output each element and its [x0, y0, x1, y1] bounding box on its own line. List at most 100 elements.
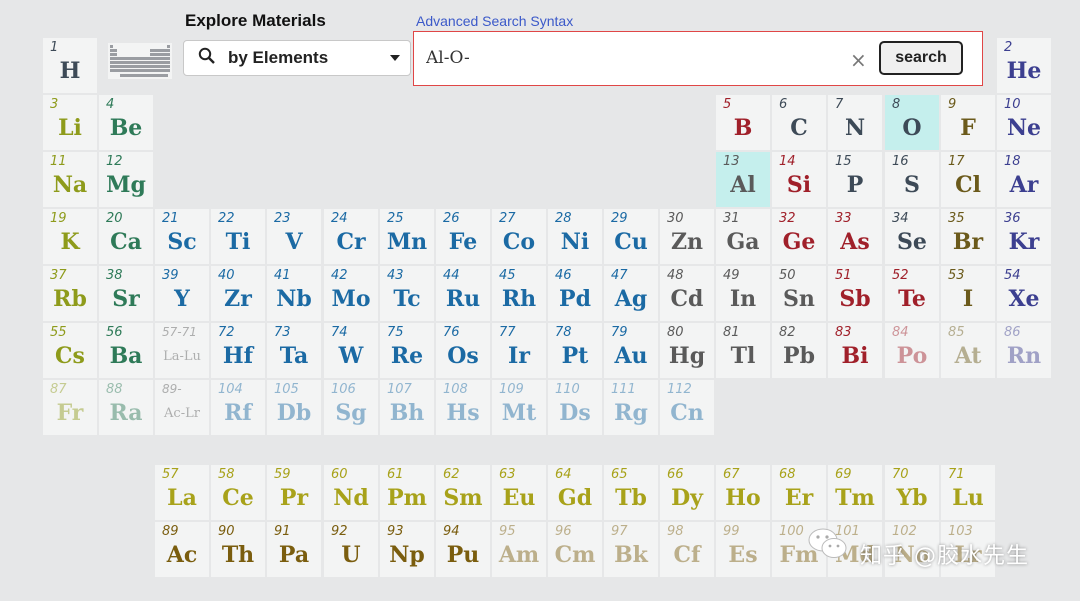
element-cell-ta[interactable]: 73 Ta [267, 323, 321, 378]
search-input[interactable] [420, 39, 878, 77]
element-cell-ce[interactable]: 58 Ce [211, 465, 265, 520]
element-cell-pd[interactable]: 46 Pd [548, 266, 602, 321]
element-cell-u[interactable]: 92 U [324, 522, 378, 577]
element-cell-c[interactable]: 6C [772, 95, 826, 150]
element-cell-k[interactable]: 19 K [43, 209, 97, 264]
element-cell-ir[interactable]: 77 Ir [492, 323, 546, 378]
element-cell-nd[interactable]: 60 Nd [324, 465, 378, 520]
element-cell-tc[interactable]: 43 Tc [380, 266, 434, 321]
element-cell-i[interactable]: 53 I [941, 266, 995, 321]
element-cell-v[interactable]: 23 V [267, 209, 321, 264]
element-cell-hf[interactable]: 72 Hf [211, 323, 265, 378]
element-cell-li[interactable]: 3 Li [43, 95, 97, 150]
element-cell-os[interactable]: 76 Os [436, 323, 490, 378]
element-cell-cm[interactable]: 96 Cm [548, 522, 602, 577]
search-mode-select[interactable]: by Elements [183, 40, 411, 76]
advanced-search-syntax-link[interactable]: Advanced Search Syntax [416, 13, 573, 29]
search-button[interactable]: search [879, 41, 963, 75]
element-cell-nb[interactable]: 41 Nb [267, 266, 321, 321]
element-cell-bi[interactable]: 83 Bi [828, 323, 882, 378]
element-cell-au[interactable]: 79 Au [604, 323, 658, 378]
element-cell-pm[interactable]: 61 Pm [380, 465, 434, 520]
element-cell-np[interactable]: 93 Np [380, 522, 434, 577]
element-cell-se[interactable]: 34 Se [885, 209, 939, 264]
element-cell-dy[interactable]: 66 Dy [660, 465, 714, 520]
element-cell-sc[interactable]: 21 Sc [155, 209, 209, 264]
element-cell-mo[interactable]: 42 Mo [324, 266, 378, 321]
element-cell-cu[interactable]: 29 Cu [604, 209, 658, 264]
element-cell-tl[interactable]: 81 Tl [716, 323, 770, 378]
clear-icon[interactable]: × [850, 50, 867, 70]
element-cell-ga[interactable]: 31 Ga [716, 209, 770, 264]
element-cell-zn[interactable]: 30 Zn [660, 209, 714, 264]
element-cell-er[interactable]: 68 Er [772, 465, 826, 520]
element-cell-cd[interactable]: 48 Cd [660, 266, 714, 321]
element-cell-at[interactable]: 85 At [941, 323, 995, 378]
element-cell-la-lu[interactable]: 57-71 La-Lu [155, 323, 209, 378]
element-cell-pu[interactable]: 94 Pu [436, 522, 490, 577]
element-cell-gd[interactable]: 64 Gd [548, 465, 602, 520]
element-cell-re[interactable]: 75 Re [380, 323, 434, 378]
element-cell-pb[interactable]: 82 Pb [772, 323, 826, 378]
element-cell-mn[interactable]: 25 Mn [380, 209, 434, 264]
element-cell-he[interactable]: 2 He [997, 38, 1051, 93]
element-cell-es[interactable]: 99 Es [716, 522, 770, 577]
element-cell-ac[interactable]: 89 Ac [155, 522, 209, 577]
element-cell-ni[interactable]: 28 Ni [548, 209, 602, 264]
element-cell-fe[interactable]: 26 Fe [436, 209, 490, 264]
element-cell-bh[interactable]: 107 Bh [380, 380, 434, 435]
element-cell-te[interactable]: 52 Te [885, 266, 939, 321]
element-cell-ho[interactable]: 67 Ho [716, 465, 770, 520]
element-cell-pr[interactable]: 59 Pr [267, 465, 321, 520]
element-cell-ag[interactable]: 47 Ag [604, 266, 658, 321]
element-cell-ds[interactable]: 110 Ds [548, 380, 602, 435]
element-cell-am[interactable]: 95 Am [492, 522, 546, 577]
element-cell-kr[interactable]: 36 Kr [997, 209, 1051, 264]
element-cell-hs[interactable]: 108 Hs [436, 380, 490, 435]
element-cell-co[interactable]: 27 Co [492, 209, 546, 264]
element-cell-pa[interactable]: 91 Pa [267, 522, 321, 577]
element-cell-sm[interactable]: 62 Sm [436, 465, 490, 520]
element-cell-n[interactable]: 7N [828, 95, 882, 150]
element-cell-ge[interactable]: 32 Ge [772, 209, 826, 264]
element-cell-y[interactable]: 39 Y [155, 266, 209, 321]
element-cell-tb[interactable]: 65 Tb [604, 465, 658, 520]
element-cell-tm[interactable]: 69 Tm [828, 465, 882, 520]
element-cell-sg[interactable]: 106 Sg [324, 380, 378, 435]
element-cell-si[interactable]: 14 Si [772, 152, 826, 207]
element-cell-hg[interactable]: 80 Hg [660, 323, 714, 378]
element-cell-fr[interactable]: 87 Fr [43, 380, 97, 435]
element-cell-rf[interactable]: 104 Rf [211, 380, 265, 435]
element-cell-cl[interactable]: 17 Cl [941, 152, 995, 207]
element-cell-rg[interactable]: 111 Rg [604, 380, 658, 435]
element-cell-cn[interactable]: 112 Cn [660, 380, 714, 435]
element-cell-ne[interactable]: 10 Ne [997, 95, 1051, 150]
element-cell-sr[interactable]: 38 Sr [99, 266, 153, 321]
element-cell-th[interactable]: 90 Th [211, 522, 265, 577]
element-cell-po[interactable]: 84 Po [885, 323, 939, 378]
element-cell-ba[interactable]: 56 Ba [99, 323, 153, 378]
element-cell-w[interactable]: 74 W [324, 323, 378, 378]
element-cell-lu[interactable]: 71 Lu [941, 465, 995, 520]
element-cell-na[interactable]: 11 Na [43, 152, 97, 207]
element-cell-rh[interactable]: 45 Rh [492, 266, 546, 321]
element-cell-cf[interactable]: 98 Cf [660, 522, 714, 577]
element-cell-br[interactable]: 35 Br [941, 209, 995, 264]
element-cell-s[interactable]: 16 S [885, 152, 939, 207]
element-cell-in[interactable]: 49 In [716, 266, 770, 321]
element-cell-ti[interactable]: 22 Ti [211, 209, 265, 264]
element-cell-eu[interactable]: 63 Eu [492, 465, 546, 520]
element-cell-as[interactable]: 33 As [828, 209, 882, 264]
element-cell-f[interactable]: 9F [941, 95, 995, 150]
element-cell-p[interactable]: 15 P [828, 152, 882, 207]
element-cell-ar[interactable]: 18 Ar [997, 152, 1051, 207]
element-cell-sb[interactable]: 51 Sb [828, 266, 882, 321]
element-cell-ca[interactable]: 20 Ca [99, 209, 153, 264]
element-cell-pt[interactable]: 78 Pt [548, 323, 602, 378]
element-cell-h[interactable]: 1H [43, 38, 97, 93]
element-cell-sn[interactable]: 50 Sn [772, 266, 826, 321]
element-cell-ru[interactable]: 44 Ru [436, 266, 490, 321]
element-cell-yb[interactable]: 70 Yb [885, 465, 939, 520]
element-cell-rn[interactable]: 86 Rn [997, 323, 1051, 378]
element-cell-cr[interactable]: 24 Cr [324, 209, 378, 264]
